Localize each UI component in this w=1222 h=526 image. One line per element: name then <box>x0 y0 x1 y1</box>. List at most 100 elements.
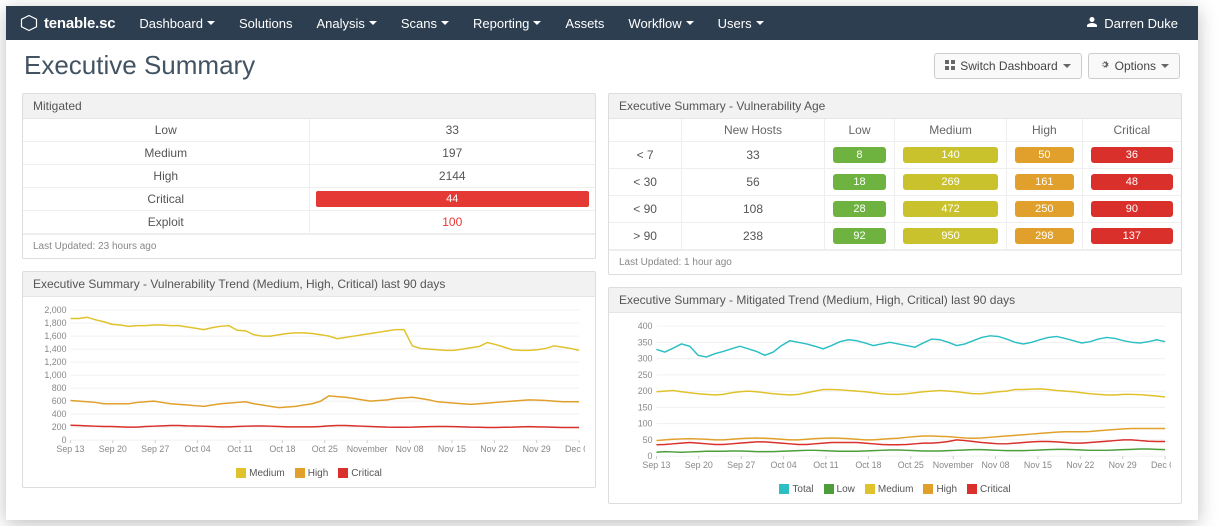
nav-item-analysis[interactable]: Analysis <box>306 8 386 39</box>
severity-chip: 36 <box>1091 147 1173 163</box>
svg-text:150: 150 <box>638 402 653 412</box>
row-label: Low <box>23 119 309 142</box>
nav-item-dashboard[interactable]: Dashboard <box>129 8 225 39</box>
legend-item: Critical <box>967 484 1011 495</box>
svg-text:Oct 11: Oct 11 <box>813 460 839 470</box>
brand-logo-icon <box>20 14 38 32</box>
svg-text:Sep 13: Sep 13 <box>642 460 670 470</box>
switch-dashboard-button[interactable]: Switch Dashboard <box>934 53 1081 79</box>
svg-text:Oct 04: Oct 04 <box>185 444 211 454</box>
svg-text:November: November <box>347 444 388 454</box>
row-value: 100 <box>309 211 595 234</box>
svg-text:Nov 22: Nov 22 <box>1066 460 1094 470</box>
col-header: New Hosts <box>682 119 825 142</box>
user-menu[interactable]: Darren Duke <box>1086 16 1184 31</box>
last-updated: Last Updated: 1 hour ago <box>609 250 1181 274</box>
svg-text:200: 200 <box>638 386 653 396</box>
svg-text:Sep 27: Sep 27 <box>727 460 755 470</box>
gear-icon <box>1099 59 1110 73</box>
legend-item: Medium <box>236 468 285 479</box>
svg-text:1,200: 1,200 <box>44 357 66 367</box>
legend-item: Total <box>779 484 813 495</box>
mitigated-trend-chart[interactable]: 050100150200250300350400Sep 13Sep 20Sep … <box>619 319 1171 479</box>
svg-text:Oct 25: Oct 25 <box>898 460 924 470</box>
nav-item-scans[interactable]: Scans <box>391 8 459 39</box>
table-row[interactable]: Critical44 <box>23 188 595 211</box>
svg-text:Sep 27: Sep 27 <box>141 444 169 454</box>
caret-down-icon <box>207 21 215 25</box>
last-updated: Last Updated: 23 hours ago <box>23 234 595 258</box>
brand[interactable]: tenable.sc <box>20 14 115 32</box>
col-header: Low <box>824 119 894 142</box>
options-label: Options <box>1115 59 1156 73</box>
svg-text:Dec 06: Dec 06 <box>565 444 585 454</box>
table-row[interactable]: High2144 <box>23 165 595 188</box>
table-row[interactable]: < 901082847225090 <box>609 196 1181 223</box>
svg-text:50: 50 <box>643 435 653 445</box>
table-row[interactable]: > 9023892950298137 <box>609 223 1181 250</box>
options-button[interactable]: Options <box>1088 53 1180 79</box>
nav-label: Workflow <box>628 16 681 31</box>
nav-label: Analysis <box>316 16 364 31</box>
nav-item-workflow[interactable]: Workflow <box>618 8 703 39</box>
svg-text:Dec 06: Dec 06 <box>1151 460 1171 470</box>
caret-down-icon <box>369 21 377 25</box>
table-row[interactable]: Exploit100 <box>23 211 595 234</box>
panel-vuln-trend: Executive Summary - Vulnerability Trend … <box>22 271 596 488</box>
table-row[interactable]: < 30561826916148 <box>609 169 1181 196</box>
severity-chip: 8 <box>833 147 886 163</box>
vuln-trend-chart[interactable]: 02004006008001,0001,2001,4001,6001,8002,… <box>33 303 585 463</box>
legend-item: Low <box>824 484 855 495</box>
svg-text:300: 300 <box>638 354 653 364</box>
panel-vuln-age: Executive Summary - Vulnerability Age Ne… <box>608 93 1182 275</box>
svg-text:100: 100 <box>638 419 653 429</box>
svg-text:Nov 29: Nov 29 <box>1109 460 1137 470</box>
svg-text:Nov 22: Nov 22 <box>480 444 508 454</box>
panel-mitigated: Mitigated Low33Medium197High2144Critical… <box>22 93 596 259</box>
row-label: Exploit <box>23 211 309 234</box>
legend-item: Medium <box>865 484 914 495</box>
nav-item-solutions[interactable]: Solutions <box>229 8 302 39</box>
col-header: Critical <box>1082 119 1181 142</box>
table-row[interactable]: < 73381405036 <box>609 142 1181 169</box>
col-header: High <box>1007 119 1083 142</box>
legend-item: High <box>923 484 957 495</box>
nav-item-reporting[interactable]: Reporting <box>463 8 551 39</box>
nav-label: Scans <box>401 16 437 31</box>
nav-label: Assets <box>565 16 604 31</box>
severity-chip: 298 <box>1015 228 1074 244</box>
nav-item-users[interactable]: Users <box>708 8 774 39</box>
row-label: Critical <box>23 188 309 211</box>
svg-text:Oct 04: Oct 04 <box>771 460 797 470</box>
svg-text:Oct 18: Oct 18 <box>269 444 295 454</box>
nav-label: Users <box>718 16 752 31</box>
svg-text:Sep 13: Sep 13 <box>56 444 84 454</box>
table-row[interactable]: Medium197 <box>23 142 595 165</box>
row-value: 197 <box>309 142 595 165</box>
col-header <box>609 119 682 142</box>
caret-down-icon <box>1063 64 1071 68</box>
svg-text:400: 400 <box>638 321 653 331</box>
row-value: 33 <box>309 119 595 142</box>
caret-down-icon <box>441 21 449 25</box>
severity-chip: 140 <box>903 147 998 163</box>
grid-icon <box>945 59 955 73</box>
navbar: tenable.sc Dashboard Solutions Analysis Sca… <box>6 6 1198 40</box>
nav-item-assets[interactable]: Assets <box>555 8 614 39</box>
page-title: Executive Summary <box>24 50 255 81</box>
panel-title: Executive Summary - Mitigated Trend (Med… <box>609 288 1181 313</box>
nav-label: Solutions <box>239 16 292 31</box>
col-header: Medium <box>895 119 1007 142</box>
caret-down-icon <box>533 21 541 25</box>
severity-chip: 90 <box>1091 201 1173 217</box>
legend-item: High <box>295 468 329 479</box>
row-label: Medium <box>23 142 309 165</box>
nav-label: Reporting <box>473 16 529 31</box>
severity-chip: 48 <box>1091 174 1173 190</box>
severity-chip: 161 <box>1015 174 1074 190</box>
table-row[interactable]: Low33 <box>23 119 595 142</box>
svg-text:Sep 20: Sep 20 <box>685 460 713 470</box>
severity-chip: 50 <box>1015 147 1074 163</box>
severity-chip: 269 <box>903 174 998 190</box>
severity-chip: 472 <box>903 201 998 217</box>
